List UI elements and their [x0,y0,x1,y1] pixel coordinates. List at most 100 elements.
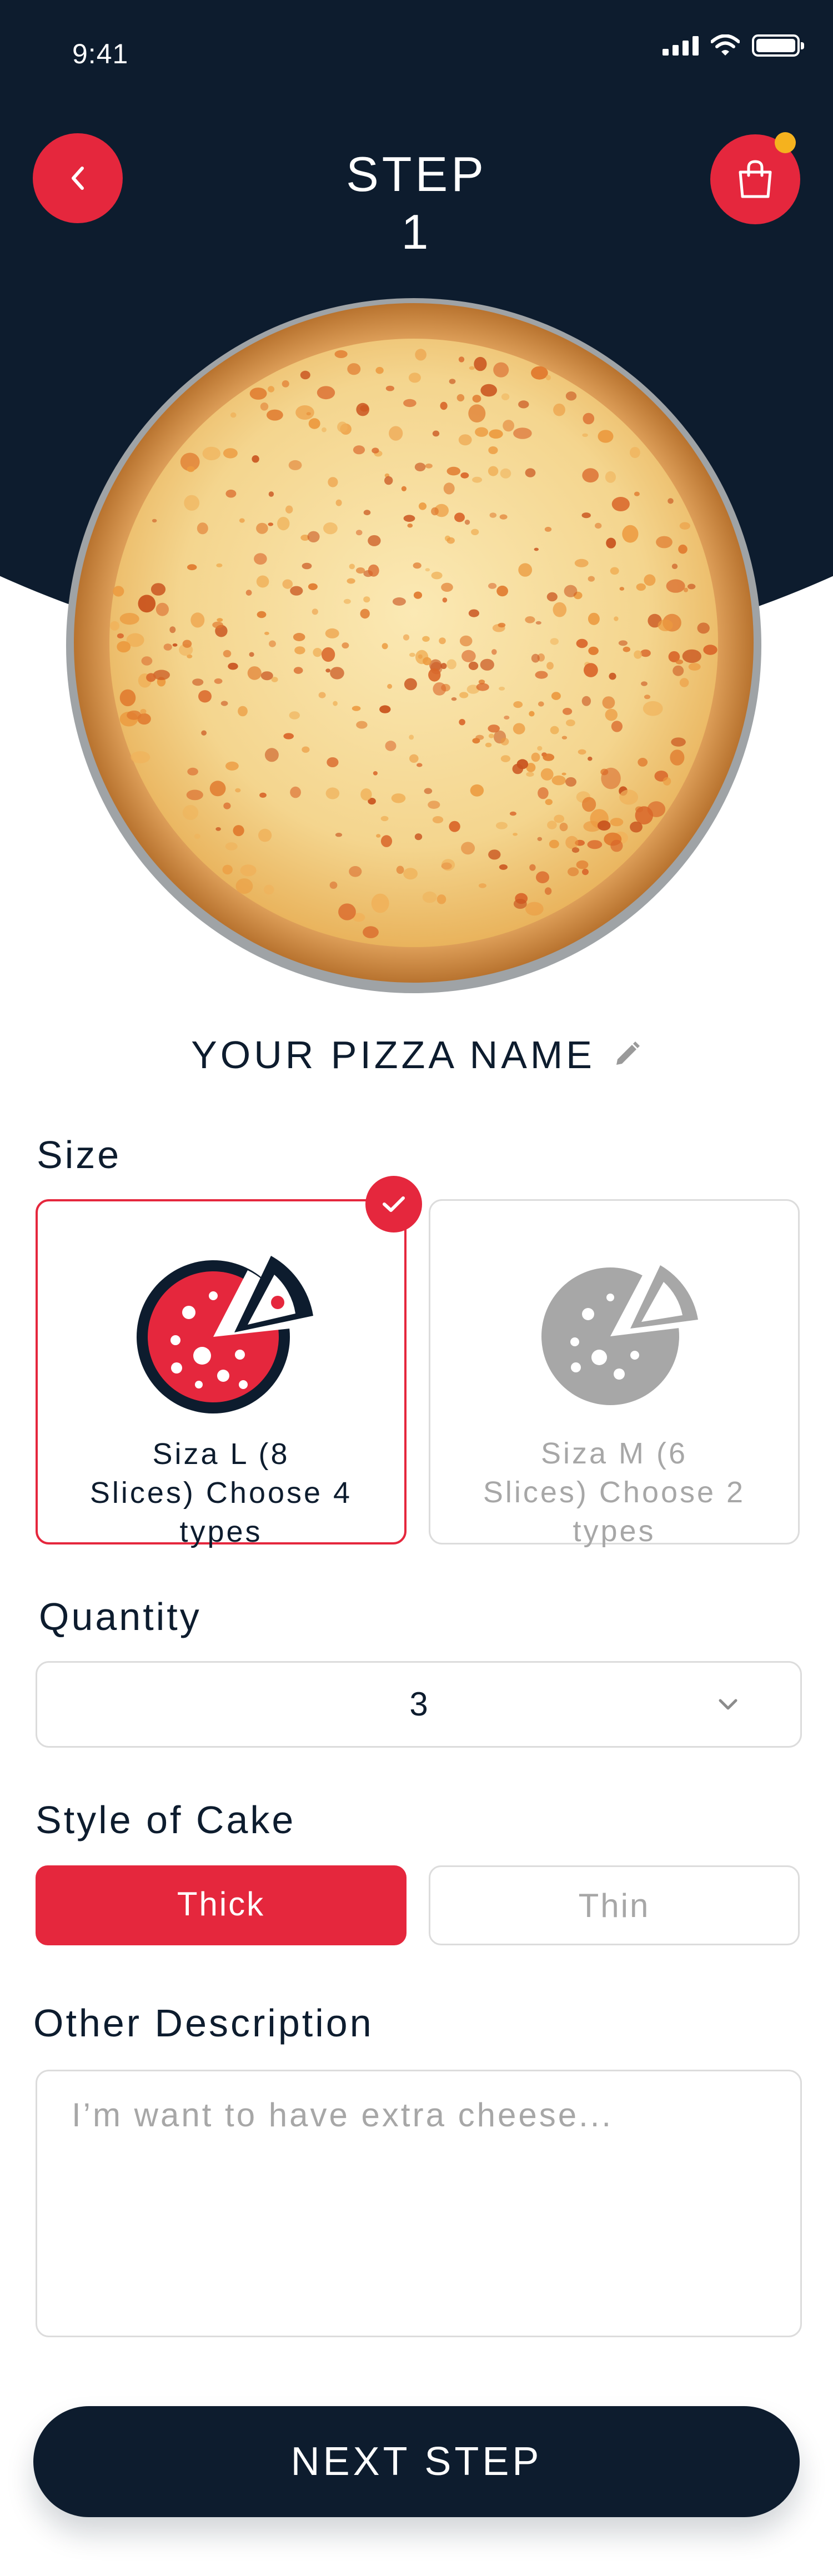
cheese-spot [418,654,423,659]
cheese-spot [140,708,147,715]
cheese-spot [472,395,481,403]
cheese-spot [491,649,497,655]
cheese-spot [396,866,404,874]
cheese-spot [525,468,536,477]
cheese-spot [414,462,426,471]
cheese-spot [493,362,509,378]
cheese-spot [679,678,689,687]
cheese-spot [529,864,536,871]
cheese-spot [201,730,207,736]
shopping-bag-icon [739,160,772,198]
cheese-spot [513,701,523,708]
cheese-spot [526,772,534,777]
cheese-spot [544,526,552,532]
cheese-spot [371,893,389,913]
cheese-spot [328,477,338,487]
cheese-spot [474,356,487,371]
cheese-spot [536,871,549,883]
cheese-spot [488,849,501,860]
back-button[interactable] [33,133,123,223]
cheese-spot [409,754,419,763]
cheese-spot [349,564,355,570]
cheese-spot [576,860,589,869]
cheese-spot [546,592,558,602]
cheese-spot [488,724,500,733]
cheese-spot [375,366,384,374]
cheese-spot [640,649,651,657]
cheese-spot [488,583,497,589]
cheese-spot [598,430,614,443]
cheese-spot [187,767,198,776]
cheese-spot [499,686,505,691]
cheese-spot [308,418,320,429]
cheese-spot [588,576,595,582]
size-option-l[interactable]: Siza L (8 Slices) Choose 4 types [36,1199,407,1548]
pencil-icon[interactable] [611,1039,642,1070]
pizza-name-row[interactable]: YOUR PIZZA NAME [0,1033,833,1077]
cheese-spot [379,705,391,713]
status-bar: 9:41 [0,0,833,105]
cheese-spot [352,706,361,711]
cheese-spot [469,366,475,370]
cheese-spot [476,683,489,691]
chevron-down-icon [719,1699,737,1710]
cheese-spot [334,350,348,358]
cheese-spot [313,648,322,657]
cheese-spot [459,692,469,698]
quantity-select[interactable]: 3 [36,1661,802,1748]
cheese-spot [623,646,630,652]
cheese-spot [584,663,598,677]
cheese-spot [451,697,457,701]
cheese-spot [496,585,508,597]
cheese-spot [478,883,486,888]
cheese-spot [663,777,671,786]
cheese-spot [197,522,208,535]
cheese-spot [638,758,648,767]
cheese-spot [368,564,379,577]
style-option-thin[interactable]: Thin [429,1865,800,1945]
cheese-spot [449,821,460,832]
cheese-spot [468,404,486,422]
cheese-spot [169,626,176,633]
cheese-spot [257,611,267,618]
cheese-spot [441,859,455,871]
cheese-spot [578,749,586,755]
cheese-spot [461,650,476,662]
cheese-spot [472,476,483,483]
cheese-spot [480,384,497,397]
description-textarea[interactable]: I’m want to have extra cheese... [36,2070,802,2337]
cheese-spot [553,602,567,617]
cheese-spot [220,701,228,706]
style-option-thick[interactable]: Thick [36,1865,407,1945]
cheese-spot [385,385,395,391]
cheese-spot [602,696,615,709]
cheese-spot [583,412,595,425]
cheese-spot [184,495,200,511]
next-step-button[interactable]: NEXT STEP [33,2406,800,2517]
pizza-name[interactable]: YOUR PIZZA NAME [191,1033,595,1077]
cheese-spot [461,842,475,855]
cheese-spot [609,672,616,680]
cheese-spot [529,711,535,717]
cheese-spot [475,734,484,740]
cheese-spot [347,578,355,584]
cheese-spot [290,786,301,798]
description-label: Other Description [33,2001,374,2045]
cheese-spot [422,636,430,642]
cheese-spot [300,370,310,380]
cheese-spot [110,621,119,631]
cheese-spot [293,667,303,674]
cheese-spot [256,522,268,534]
cheese-spot [442,597,448,603]
cheese-spot [503,420,514,432]
cheese-spot [587,840,603,849]
cheese-spot [355,530,363,536]
quantity-value: 3 [409,1686,428,1723]
cheese-spot [230,412,237,418]
size-option-m[interactable]: Siza M (6 Slices) Choose 2 types [429,1199,800,1548]
size-option-m-detail: Slices) Choose 2 [483,1476,746,1509]
cheese-spot [282,579,293,589]
cart-button[interactable] [710,132,800,224]
cheese-spot [338,903,356,920]
step-number: 1 [401,204,432,259]
